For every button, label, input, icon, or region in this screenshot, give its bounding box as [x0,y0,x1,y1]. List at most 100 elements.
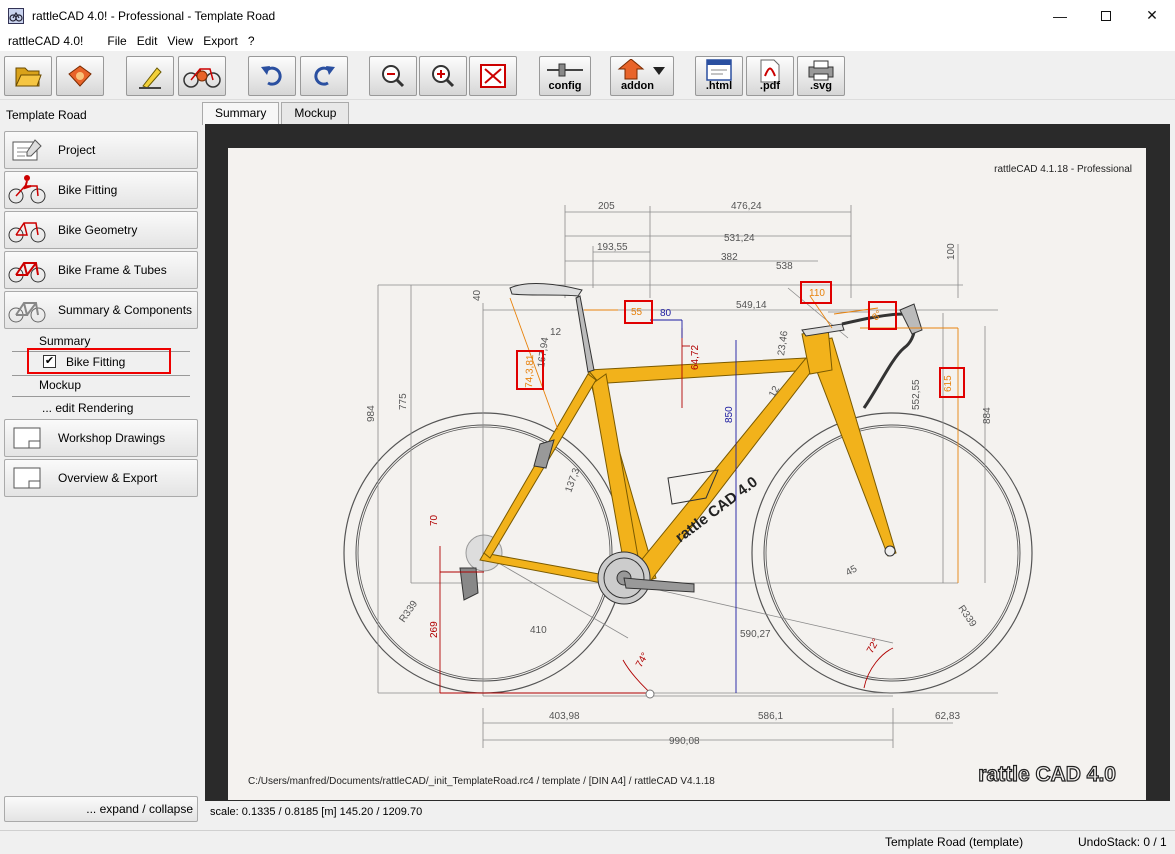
redo-button[interactable] [300,56,348,96]
dim-label: R339 [397,598,420,624]
dim-label: 45 [844,563,860,578]
close-button[interactable]: ✕ [1129,0,1175,31]
summary-subitem[interactable]: Summary [39,334,90,348]
bike-rider-icon [8,175,46,204]
zoom-fit-button[interactable] [469,56,517,96]
addon-button[interactable]: addon [610,56,674,96]
edit-rendering-subitem[interactable]: ... edit Rendering [42,401,133,415]
sidebar-item-workshop-drawings[interactable]: Workshop Drawings [4,419,198,457]
status-undo-stack: UndoStack: 0 / 1 [1078,835,1167,849]
dim-label: 850 [724,406,735,423]
html-label: .html [705,80,733,92]
open-button[interactable] [4,56,52,96]
sidebar-item-overview-export[interactable]: Overview & Export [4,459,198,497]
dim-label: 382 [721,252,738,263]
dim-label: 23,46 [776,330,790,357]
zoom-in-button[interactable] [419,56,467,96]
redo-icon [314,66,335,86]
project-document-icon [12,139,42,161]
bike-frame-icon [8,262,46,283]
addon-label: addon [621,80,654,92]
sidebar-item-project[interactable]: Project [4,131,198,169]
sidebar-item-label: Bike Geometry [58,223,138,237]
bike-settings-button[interactable] [178,56,226,96]
menu-export[interactable]: Export [198,34,243,48]
dim-label-highlighted: 110 [809,288,825,299]
config-label: config [548,80,582,92]
dim-label: 64,72 [690,345,701,370]
tab-summary[interactable]: Summary [202,102,280,125]
checkmark-icon: ✔ [44,355,55,367]
config-button[interactable]: config [539,56,591,96]
app-icon [8,7,24,24]
bike-drawing: rattle CAD 4.0 205 476,24 193,55 531,24 … [248,164,1132,787]
scale-readout: scale: 0.1335 / 0.8185 [m] 145.20 / 1209… [205,802,1170,822]
dim-label: 205 [598,201,615,212]
rattlecad-logo: rattle CAD 4.0 [978,763,1116,786]
down-tube-left [591,373,641,577]
zoom-in-icon [432,65,455,88]
menu-help[interactable]: ? [243,34,260,48]
dim-label-highlighted: 55 [631,307,643,318]
edit-button[interactable] [126,56,174,96]
menu-bar: rattleCAD 4.0! File Edit View Export ? [0,31,1175,51]
undo-icon [261,66,282,86]
dim-label-highlighted: 615 [943,375,954,392]
sidebar-item-label: Overview & Export [58,471,158,485]
dim-label: 552,55 [911,379,922,410]
dim-label: 984 [366,405,377,422]
title-bar: rattleCAD 4.0! - Professional - Template… [0,0,1175,31]
sidebar-item-summary-components[interactable]: Summary & Components [4,291,198,329]
dim-label: 549,14 [736,300,767,311]
sidebar-item-bike-frame[interactable]: Bike Frame & Tubes [4,251,198,289]
toolbar: config addon .html .pdf .svg [0,52,1175,100]
version-label: rattleCAD 4.1.18 - Professional [994,164,1132,175]
drawing-sheet[interactable]: rattle CAD 4.0 205 476,24 193,55 531,24 … [228,148,1146,800]
menu-view[interactable]: View [162,34,198,48]
drawing-sheet-icon [13,427,41,449]
bike-gear-icon [183,68,221,88]
export-pdf-button[interactable]: .pdf [746,56,794,96]
export-html-button[interactable]: .html [695,56,743,96]
sidebar-item-label: Workshop Drawings [58,431,166,445]
drawing-sheet-icon [13,467,41,489]
menu-file[interactable]: File [102,34,131,48]
tab-mockup[interactable]: Mockup [281,102,350,124]
zoom-out-button[interactable] [369,56,417,96]
status-document: Template Road (template) [885,835,1024,849]
config-slider-icon [547,63,583,77]
dim-label: 990,08 [669,736,700,747]
tab-bar: Summary Mockup [202,102,351,125]
dim-label: 410 [530,625,547,636]
sidebar-item-bike-fitting[interactable]: Bike Fitting [4,171,198,209]
export-svg-button[interactable]: .svg [797,56,845,96]
dim-label: 74° [634,651,651,670]
menu-edit[interactable]: Edit [132,34,163,48]
divider [12,396,190,397]
left-panel: Template Road Project Bike Fitting Bike … [0,101,202,826]
bike-fitting-checkbox-label[interactable]: Bike Fitting [66,355,125,369]
divider [12,375,190,376]
dimension-lines-grey [377,205,998,748]
dim-label: 476,24 [731,201,762,212]
fit-to-page-icon [480,64,506,88]
save-button[interactable] [56,56,104,96]
expand-collapse-button[interactable]: ... expand / collapse [4,796,198,822]
dim-label-highlighted: 74,3,81 [524,354,536,388]
undo-button[interactable] [248,56,296,96]
sidebar-item-label: Bike Fitting [58,183,118,197]
minimize-button[interactable]: — [1037,0,1083,31]
sidebar-item-bike-geometry[interactable]: Bike Geometry [4,211,198,249]
maximize-button[interactable] [1083,0,1129,31]
dim-label-highlighted: 8° [870,309,885,324]
dim-label: 538 [776,261,793,272]
dim-label: 40 [472,289,483,301]
bike-components-icon [8,302,46,323]
mockup-subitem[interactable]: Mockup [39,378,81,392]
dim-label: 586,1 [758,711,783,722]
dim-label: 403,98 [549,711,580,722]
dim-label: 269 [429,621,440,638]
window-title: rattleCAD 4.0! - Professional - Template… [32,8,276,23]
bike-fitting-checkbox[interactable]: ✔ [43,355,56,368]
divider [12,351,190,352]
